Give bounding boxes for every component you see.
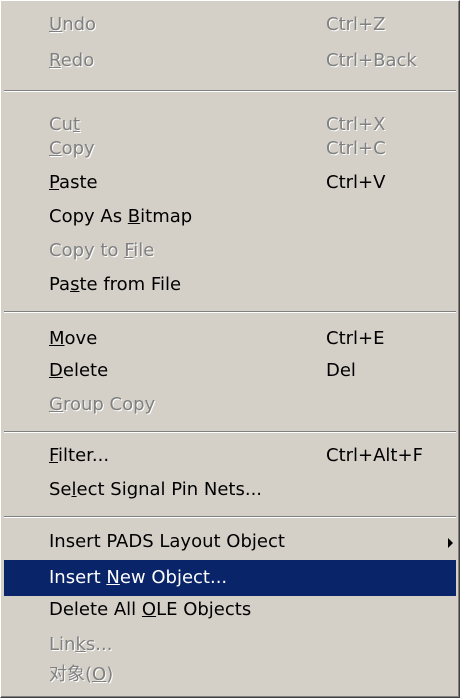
- menu-item-redo[interactable]: Redo Ctrl+Back: [4, 43, 456, 79]
- menu-separator: [4, 90, 456, 92]
- menu-item-insert-pads-layout-object[interactable]: Insert PADS Layout Object: [4, 524, 456, 560]
- menu-item-undo[interactable]: Undo Ctrl+Z: [4, 7, 456, 43]
- shortcut-text: Ctrl+C: [326, 138, 386, 159]
- menu-item-label: Paste from File: [49, 274, 182, 295]
- menu-item-label: Delete All OLE Objects: [49, 599, 252, 620]
- menu-item-group-copy[interactable]: Group Copy: [4, 387, 456, 423]
- menu-item-paste-from-file[interactable]: Paste from File: [4, 267, 456, 303]
- menu-item-label: Filter...: [49, 445, 110, 466]
- shortcut-text: Ctrl+E: [326, 328, 385, 349]
- menu-item-label: Copy to File: [49, 240, 155, 261]
- edit-context-menu: Undo Ctrl+Z Redo Ctrl+Back Cut Ctrl+X Co…: [0, 0, 460, 698]
- menu-item-label: 对象(O): [49, 664, 114, 685]
- menu-item-label: Redo: [49, 50, 95, 71]
- shortcut-text: Del: [326, 360, 356, 381]
- menu-item-delete-all-ole-objects[interactable]: Delete All OLE Objects: [4, 592, 456, 628]
- menu-item-paste[interactable]: Paste Ctrl+V: [4, 165, 456, 201]
- menu-item-label: Delete: [49, 360, 109, 381]
- shortcut-text: Ctrl+Z: [326, 14, 386, 35]
- menu-separator: [4, 311, 456, 313]
- menu-item-label: Insert PADS Layout Object: [49, 531, 285, 552]
- shortcut-text: Ctrl+Back: [326, 50, 417, 71]
- menu-item-copy[interactable]: Copy Ctrl+C: [4, 131, 456, 167]
- menu-separator: [4, 431, 456, 433]
- menu-item-move[interactable]: Move Ctrl+E: [4, 321, 456, 357]
- menu-item-object[interactable]: 对象(O): [4, 657, 456, 693]
- menu-item-delete[interactable]: Delete Del: [4, 353, 456, 389]
- shortcut-text: Ctrl+Alt+F: [326, 445, 423, 466]
- menu-item-label: Copy: [49, 138, 95, 159]
- menu-item-label: Select Signal Pin Nets...: [49, 479, 263, 500]
- menu-separator: [4, 516, 456, 518]
- menu-item-label: Undo: [49, 14, 97, 35]
- menu-item-copy-to-file[interactable]: Copy to File: [4, 233, 456, 269]
- shortcut-text: Ctrl+V: [326, 172, 386, 193]
- menu-item-filter[interactable]: Filter... Ctrl+Alt+F: [4, 438, 456, 474]
- menu-item-label: Insert New Object...: [49, 567, 228, 588]
- menu-item-insert-new-object[interactable]: Insert New Object...: [4, 560, 456, 596]
- menu-item-copy-as-bitmap[interactable]: Copy As Bitmap: [4, 199, 456, 235]
- menu-item-select-signal-pin-nets[interactable]: Select Signal Pin Nets...: [4, 472, 456, 508]
- menu-item-label: Paste: [49, 172, 98, 193]
- menu-item-label: Copy As Bitmap: [49, 206, 193, 227]
- submenu-arrow-icon: [448, 538, 453, 548]
- menu-item-label: Group Copy: [49, 394, 156, 415]
- menu-item-label: Move: [49, 328, 98, 349]
